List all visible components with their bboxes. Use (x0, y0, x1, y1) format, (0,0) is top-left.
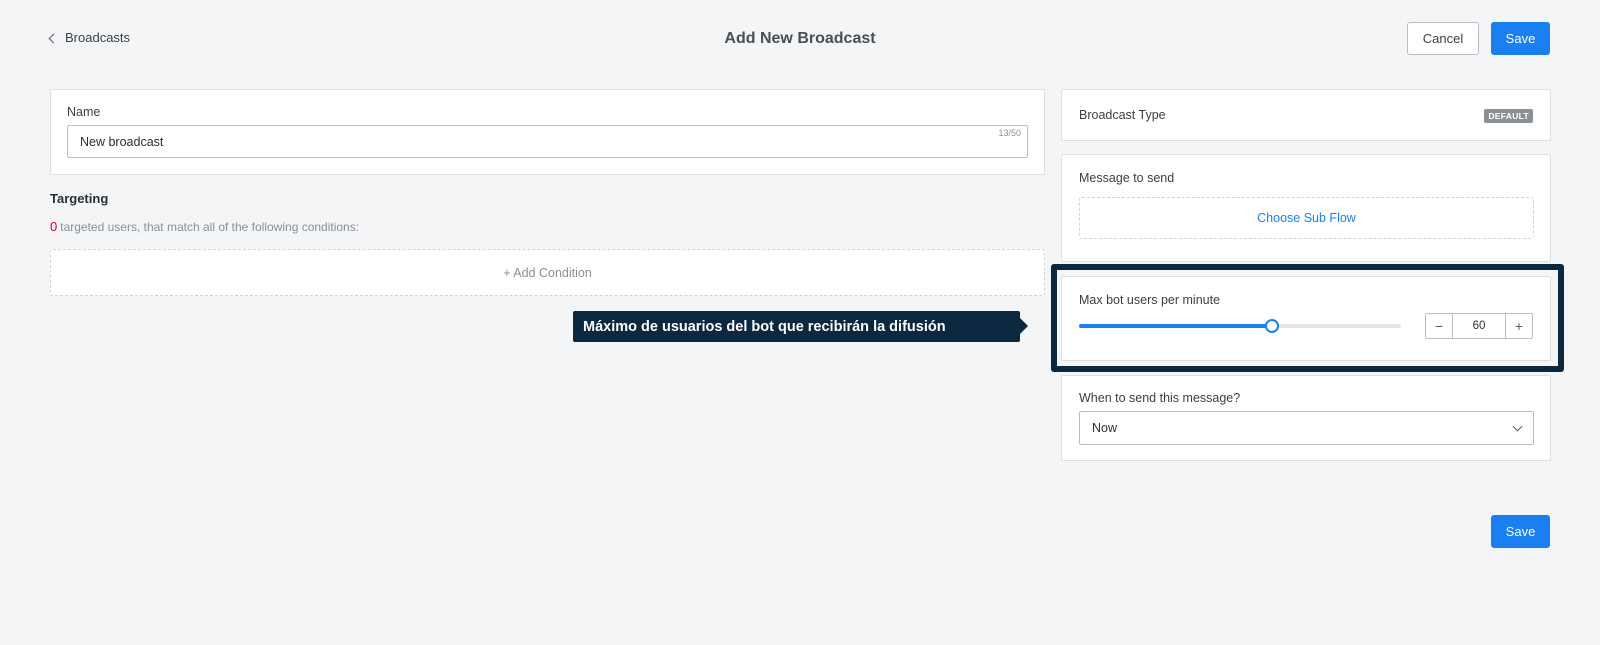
save-button-bottom[interactable]: Save (1491, 515, 1550, 548)
max-users-input[interactable]: 60 (1452, 314, 1506, 338)
message-label: Message to send (1079, 171, 1175, 185)
choose-sub-flow-button[interactable]: Choose Sub Flow (1079, 197, 1534, 239)
name-input-value: New broadcast (80, 134, 164, 149)
message-card: Message to send Choose Sub Flow (1061, 154, 1551, 262)
name-input[interactable]: New broadcast 13/50 (67, 125, 1028, 158)
targeted-users-count: 0 (50, 219, 58, 234)
targeting-summary: 0 targeted users, that match all of the f… (50, 219, 359, 234)
slider-fill (1079, 324, 1273, 328)
slider-thumb[interactable] (1265, 319, 1280, 333)
cancel-button[interactable]: Cancel (1407, 22, 1479, 55)
increment-button[interactable]: + (1506, 314, 1532, 338)
tutorial-tooltip: Máximo de usuarios del bot que recibirán… (573, 311, 1028, 342)
schedule-label: When to send this message? (1079, 391, 1241, 405)
add-condition-button[interactable]: + Add Condition (50, 249, 1045, 296)
broadcast-type-label: Broadcast Type (1079, 108, 1166, 122)
name-label: Name (67, 105, 101, 119)
schedule-selected-value: Now (1092, 421, 1118, 435)
broadcast-type-card: Broadcast Type DEFAULT (1061, 89, 1551, 141)
targeting-title: Targeting (50, 191, 109, 206)
schedule-card: When to send this message? Now (1061, 375, 1551, 461)
targeting-description: targeted users, that match all of the fo… (60, 220, 360, 234)
max-users-card: Max bot users per minute − 60 + (1061, 276, 1551, 361)
max-users-stepper: − 60 + (1425, 313, 1533, 339)
save-button-top[interactable]: Save (1491, 22, 1550, 55)
page-title: Add New Broadcast (724, 30, 876, 47)
name-char-counter: 13/50 (998, 128, 1021, 138)
broadcast-type-badge: DEFAULT (1484, 109, 1533, 123)
max-users-label: Max bot users per minute (1079, 293, 1221, 307)
chevron-down-icon (1512, 421, 1523, 431)
schedule-select[interactable]: Now (1079, 411, 1534, 445)
max-users-slider[interactable] (1079, 319, 1401, 333)
name-card: Name New broadcast 13/50 (50, 89, 1045, 175)
decrement-button[interactable]: − (1426, 314, 1452, 338)
